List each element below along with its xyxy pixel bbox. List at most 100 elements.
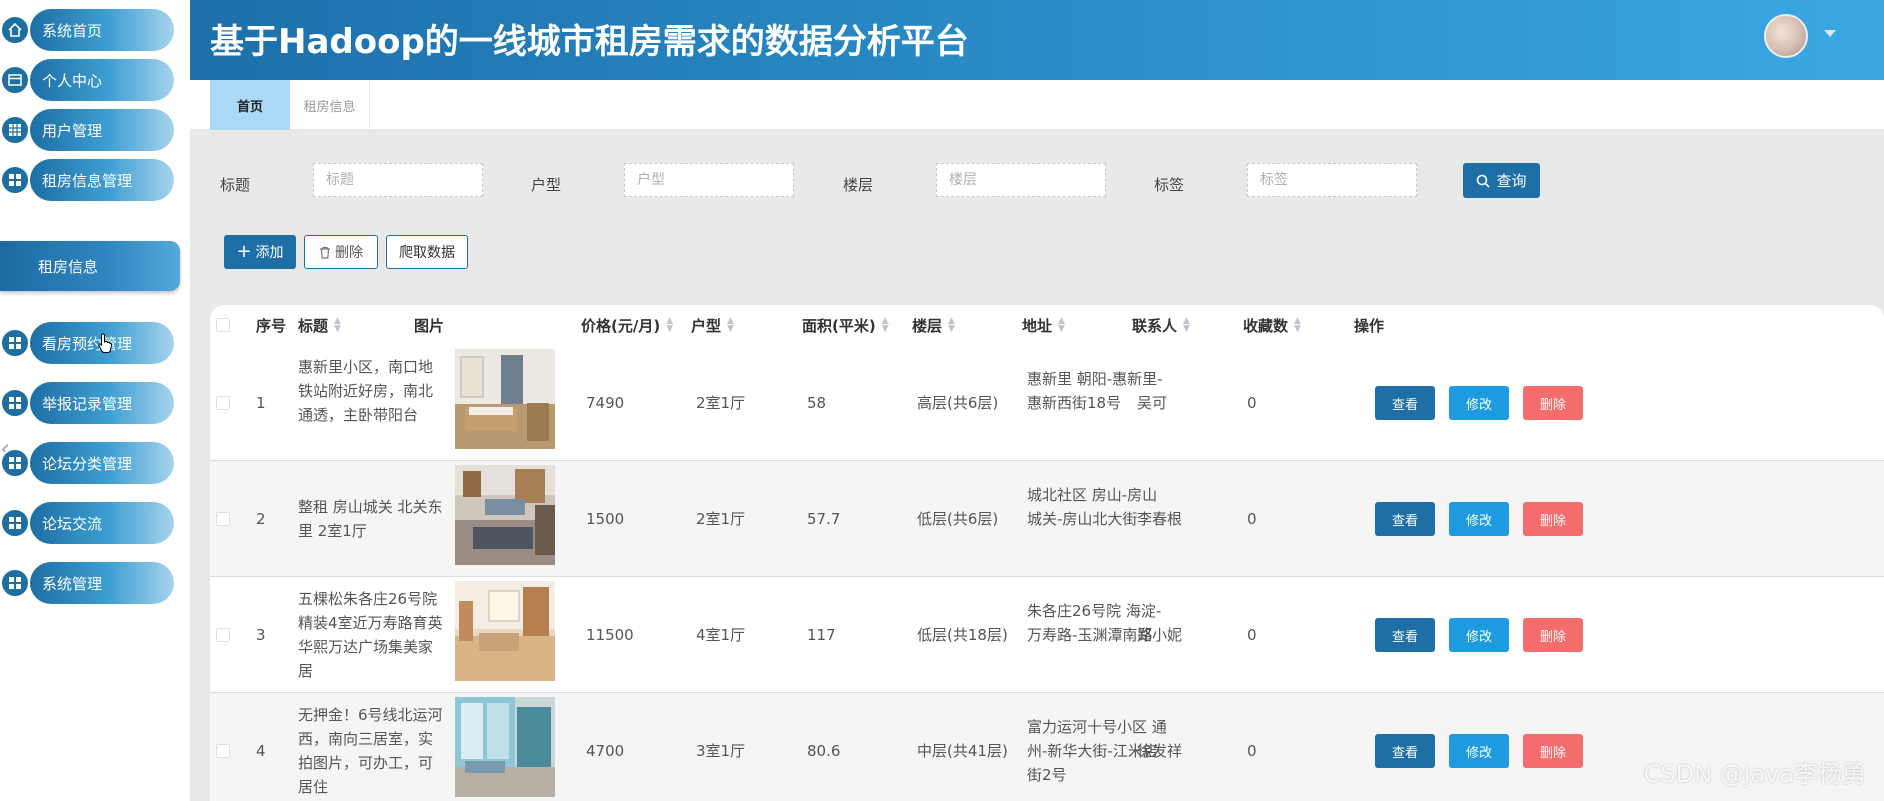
row-checkbox[interactable]	[216, 628, 230, 642]
sidebar-item-label: 论坛分类管理	[30, 442, 174, 484]
delete-button[interactable]: 删除	[1523, 618, 1583, 652]
rental-table: 序号 标题 ▲ ▼ 图片 价格(元/月) ▲ ▼ 户型 ▲ ▼ 面积(平米) ▲ ▼ 楼层 ▲ ▼ …	[210, 305, 1884, 801]
grid-icon	[0, 328, 30, 358]
column-header-floor[interactable]: 楼层 ▲ ▼	[912, 305, 956, 345]
app-root: 系统首页 个人中心 用户管理 租房信息管理 租房信息 看房预约管理 举报记录管理…	[0, 0, 1884, 801]
view-button[interactable]: 查看	[1375, 618, 1435, 652]
edit-button[interactable]: 修改	[1449, 502, 1509, 536]
sort-icon[interactable]: ▲ ▼	[1058, 317, 1066, 334]
column-header-favorites[interactable]: 收藏数 ▲ ▼	[1243, 305, 1302, 345]
tab-rental-info[interactable]: 租房信息	[290, 80, 370, 130]
sidebar-item-label: 用户管理	[30, 109, 174, 151]
row-price: 1500	[586, 510, 625, 528]
sort-icon[interactable]: ▲ ▼	[727, 317, 735, 334]
delete-button[interactable]: 删除	[1523, 502, 1583, 536]
column-header-title[interactable]: 标题 ▲ ▼	[298, 305, 342, 345]
search-input-title[interactable]	[313, 163, 483, 197]
view-button[interactable]: 查看	[1375, 386, 1435, 420]
plus-icon: +	[236, 241, 252, 262]
table-header: 序号 标题 ▲ ▼ 图片 价格(元/月) ▲ ▼ 户型 ▲ ▼ 面积(平米) ▲ ▼ 楼层 ▲ ▼ …	[210, 305, 1884, 345]
row-photo	[455, 465, 555, 565]
column-header-image: 图片	[414, 316, 445, 335]
caret-down-icon[interactable]	[1824, 30, 1836, 37]
row-layout: 3室1厅	[696, 742, 746, 760]
row-price: 4700	[586, 742, 625, 760]
table-row: 1 惠新里小区，南口地铁站附近好房，南北通透，主卧带阳台 7490 2室1厅 5…	[210, 345, 1884, 461]
grid-icon	[0, 388, 30, 418]
crawl-data-button[interactable]: 爬取数据	[386, 235, 468, 269]
column-header-layout[interactable]: 户型 ▲ ▼	[691, 305, 735, 345]
watermark: CSDN @java李杨勇	[1643, 760, 1866, 788]
profile-card-icon	[0, 65, 30, 95]
column-header-area[interactable]: 面积(平米) ▲ ▼	[802, 305, 890, 345]
search-input-layout[interactable]	[624, 163, 794, 197]
edit-button[interactable]: 修改	[1449, 734, 1509, 768]
select-all-checkbox[interactable]	[216, 318, 230, 332]
row-checkbox[interactable]	[216, 396, 230, 410]
add-button[interactable]: + 添加	[224, 235, 296, 269]
avatar[interactable]	[1764, 14, 1808, 58]
column-header-contact[interactable]: 联系人 ▲ ▼	[1132, 305, 1191, 345]
column-header-price[interactable]: 价格(元/月) ▲ ▼	[581, 305, 674, 345]
sort-icon[interactable]: ▲ ▼	[334, 317, 342, 334]
sort-icon[interactable]: ▲ ▼	[666, 317, 674, 334]
row-title: 无押金！6号线北运河西，南向三居室，实拍图片，可办工，可居住	[298, 706, 443, 796]
view-button[interactable]: 查看	[1375, 502, 1435, 536]
row-photo	[455, 349, 555, 449]
search-input-floor[interactable]	[936, 163, 1106, 197]
row-checkbox[interactable]	[216, 512, 230, 526]
column-header-area-label: 面积(平米)	[802, 316, 876, 335]
row-checkbox[interactable]	[216, 744, 230, 758]
row-contact: 徐发祥	[1137, 742, 1183, 760]
column-header-address[interactable]: 地址 ▲ ▼	[1022, 305, 1066, 345]
row-contact: 李春根	[1137, 510, 1183, 528]
search-input-tags[interactable]	[1247, 163, 1417, 197]
delete-button[interactable]: 删除	[1523, 386, 1583, 420]
sidebar-item-label: 系统首页	[30, 9, 174, 51]
row-area: 117	[807, 626, 836, 644]
search-label-tags: 标签	[1154, 176, 1185, 194]
row-contact: 郑小妮	[1137, 626, 1183, 644]
sort-icon[interactable]: ▲ ▼	[1294, 317, 1302, 334]
sidebar-item-label: 论坛交流	[30, 502, 174, 544]
delete-button[interactable]: 删除	[1523, 734, 1583, 768]
sort-icon[interactable]: ▲ ▼	[948, 317, 956, 334]
sort-icon[interactable]: ▲ ▼	[882, 317, 890, 334]
edit-button[interactable]: 修改	[1449, 386, 1509, 420]
view-button[interactable]: 查看	[1375, 734, 1435, 768]
search-label-title: 标题	[220, 176, 251, 194]
table-row: 3 五棵松朱各庄26号院精装4室近万寿路育英华熙万达广场集美家居 11500 4…	[210, 577, 1884, 693]
grid-icon	[0, 568, 30, 598]
crawl-button-label: 爬取数据	[399, 245, 455, 261]
row-favorites: 0	[1247, 394, 1257, 412]
table-row: 4 无押金！6号线北运河西，南向三居室，实拍图片，可办工，可居住 4700 3室…	[210, 693, 1884, 801]
row-title: 整租 房山城关 北关东里 2室1厅	[298, 498, 443, 540]
sidebar-subitem-rental-info[interactable]: 租房信息	[0, 241, 180, 291]
sidebar: 系统首页 个人中心 用户管理 租房信息管理 租房信息 看房预约管理 举报记录管理…	[0, 0, 190, 801]
sort-icon[interactable]: ▲ ▼	[1183, 317, 1191, 334]
row-layout: 4室1厅	[696, 626, 746, 644]
column-header-contact-label: 联系人	[1132, 316, 1178, 335]
column-header-favorites-label: 收藏数	[1243, 316, 1289, 335]
main-content: 标题 户型 楼层 标签 查询 + 添加 删除 爬取数据 序号 标题 ▲▼	[190, 130, 1884, 801]
row-index: 1	[256, 394, 266, 412]
row-title: 五棵松朱各庄26号院精装4室近万寿路育英华熙万达广场集美家居	[298, 590, 443, 680]
row-favorites: 0	[1247, 626, 1257, 644]
row-price: 11500	[586, 626, 634, 644]
edit-button[interactable]: 修改	[1449, 618, 1509, 652]
row-area: 80.6	[807, 742, 841, 760]
row-photo	[455, 581, 555, 681]
column-header-price-label: 价格(元/月)	[581, 316, 661, 335]
tab-home[interactable]: 首页	[210, 80, 290, 130]
row-layout: 2室1厅	[696, 510, 746, 528]
tab-bar: 首页 租房信息	[190, 80, 1884, 130]
bulk-delete-button[interactable]: 删除	[304, 235, 378, 269]
hand-cursor-icon	[98, 333, 112, 353]
search-button[interactable]: 查询	[1463, 163, 1540, 198]
row-index: 3	[256, 626, 266, 644]
delete-button-label: 删除	[335, 245, 363, 261]
row-favorites: 0	[1247, 742, 1257, 760]
column-header-index: 序号	[256, 316, 287, 335]
grid-icon	[0, 165, 30, 195]
table-row: 2 整租 房山城关 北关东里 2室1厅 1500 2室1厅 57.7 低层(共6…	[210, 461, 1884, 577]
